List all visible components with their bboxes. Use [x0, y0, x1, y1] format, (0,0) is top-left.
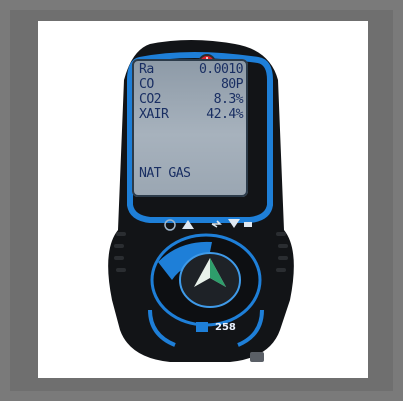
lcd-row-fuel-type: NAT GAS — [139, 166, 191, 181]
model-number: 258 — [215, 322, 236, 333]
lcd-display: Ra 0.0010 CO 80P CO2 8.3% XAIR 42.4% NAT… — [132, 59, 248, 197]
lcd-row-co2: CO2 8.3% — [139, 92, 244, 107]
gas-connector — [250, 352, 264, 362]
lcd-row-ratio: Ra 0.0010 — [139, 62, 244, 77]
kane-logo-icon — [196, 322, 208, 332]
print-icon[interactable] — [244, 222, 252, 227]
lcd-row-excess-air: XAIR 42.4% — [139, 107, 244, 122]
lcd-row-co: CO 80P — [139, 77, 244, 92]
